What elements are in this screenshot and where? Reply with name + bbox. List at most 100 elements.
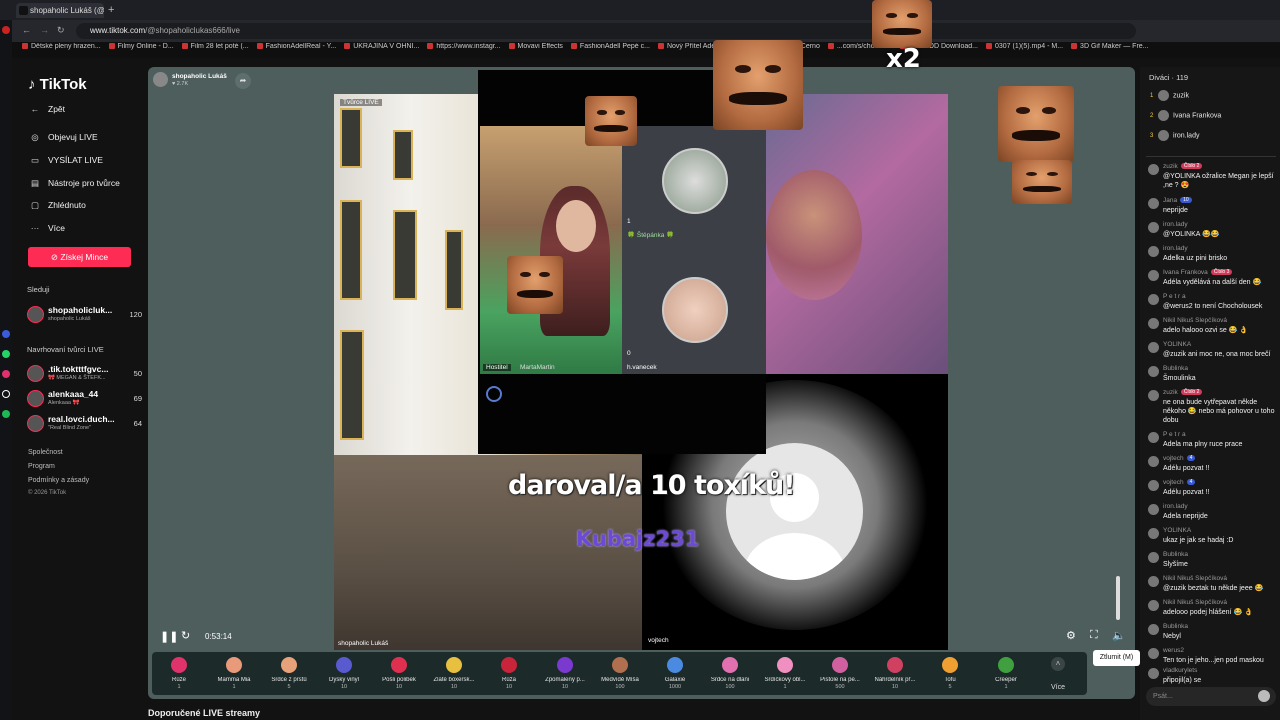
instagram-icon[interactable] xyxy=(2,370,10,378)
nav-back[interactable]: ← Zpět xyxy=(28,104,65,114)
gift-item[interactable]: Náhrdelník př... 10 xyxy=(867,655,923,695)
gift-item[interactable]: Medvídě Míša 100 xyxy=(592,655,648,695)
chat-username[interactable]: YOLINKA xyxy=(1163,527,1191,534)
share-button[interactable]: ➦ xyxy=(235,73,251,89)
avatar[interactable] xyxy=(1148,270,1159,281)
url-field[interactable]: www.tiktok.com/@shopaholiclukas666/live xyxy=(76,23,1136,39)
avatar[interactable] xyxy=(1148,456,1159,467)
emoji-icon[interactable] xyxy=(1258,690,1270,702)
chat-input[interactable]: Psát... xyxy=(1146,687,1276,706)
chat-username[interactable]: vladkurylets xyxy=(1163,667,1197,674)
bookmark-item[interactable]: FashionAdellReal - Y... xyxy=(257,43,337,50)
avatar[interactable] xyxy=(1148,576,1159,587)
footer-company[interactable]: Společnost xyxy=(28,449,63,456)
bookmark-item[interactable]: https://www.instagr... xyxy=(427,43,500,50)
avatar[interactable] xyxy=(1148,246,1159,257)
guest1-avatar[interactable] xyxy=(662,148,728,214)
bookmark-item[interactable]: 3D Gif Maker — Fre... xyxy=(1071,43,1148,50)
avatar[interactable] xyxy=(1148,552,1159,563)
fullscreen-button[interactable]: ⛶ xyxy=(1090,629,1098,642)
volume-slider[interactable] xyxy=(1116,576,1120,620)
nav-creator-tools[interactable]: ▤ Nástroje pro tvůrce xyxy=(28,178,120,189)
browser-tab[interactable]: shopaholic Lukáš (@shop xyxy=(16,3,104,18)
gift-item[interactable]: Creeper 1 xyxy=(978,655,1034,695)
chat-username[interactable]: Bublinka xyxy=(1163,623,1188,630)
gift-item[interactable]: Zlaté boxersk... 10 xyxy=(426,655,482,695)
chat-username[interactable]: Bublinka xyxy=(1163,551,1188,558)
gift-item[interactable]: Dýský vinyl 10 xyxy=(316,655,372,695)
chat-username[interactable]: zuzik Číslo 2 xyxy=(1163,389,1203,396)
top-viewer[interactable]: 2 Ivana Frankova xyxy=(1150,110,1221,124)
guest2-avatar[interactable] xyxy=(662,277,728,343)
bookmark-item[interactable]: Film 28 let poté (... xyxy=(182,43,249,50)
bookmark-item[interactable]: 0307 (1)(5).mp4 - M... xyxy=(986,43,1063,50)
chat-username[interactable]: P e t r a xyxy=(1163,293,1186,300)
more-gifts-button[interactable]: ˄ Více xyxy=(1043,655,1073,691)
chat-username[interactable]: Nikil Nikuš Slepčíková xyxy=(1163,575,1227,582)
chat-username[interactable]: Jana 10 xyxy=(1163,197,1192,204)
gift-item[interactable]: Pošli polibek 10 xyxy=(371,655,427,695)
chat-username[interactable]: YOLINKA xyxy=(1163,341,1191,348)
suggested-creator[interactable]: real.lovci.duch... "Real Blind Zone" 64 xyxy=(27,414,142,436)
chat-username[interactable]: vojtech 4 xyxy=(1163,455,1196,462)
get-coins-button[interactable]: ⊘ Získej Mince xyxy=(28,247,131,267)
suggested-creator[interactable]: .tik.toktttfgvc... 🎀 MEGAN & ŠTEFK... 50 xyxy=(27,364,142,386)
footer-terms[interactable]: Podmínky a zásady xyxy=(28,477,89,484)
gift-item[interactable]: Mamma Mia 1 xyxy=(206,655,262,695)
chat-username[interactable]: Nikil Nikuš Slepčíková xyxy=(1163,599,1227,606)
gift-item[interactable]: Srdce z prstů 5 xyxy=(261,655,317,695)
nav-go-live[interactable]: ▭ VYSÍLAT LIVE xyxy=(28,155,103,166)
bookmark-item[interactable]: UKRAJINA V OHNI... xyxy=(344,43,419,50)
avatar[interactable] xyxy=(1148,432,1159,443)
nav-watched[interactable]: ▢ Zhlédnuto xyxy=(28,200,86,211)
nav-more[interactable]: ··· Více xyxy=(28,223,65,233)
bookmark-item[interactable]: Dětské pleny hrazen... xyxy=(22,43,101,50)
bookmark-item[interactable]: FashionAdell Pepé c... xyxy=(571,43,650,50)
avatar[interactable] xyxy=(1148,366,1159,377)
bookmark-item[interactable]: Movavi Effects xyxy=(509,43,563,50)
mute-button[interactable]: 🔈 xyxy=(1112,629,1126,642)
pause-button[interactable]: ❚❚ xyxy=(160,630,178,643)
chat-username[interactable]: werus2 xyxy=(1163,647,1184,654)
gift-item[interactable]: Růže 1 xyxy=(151,655,207,695)
chat-username[interactable]: iron.lady xyxy=(1163,503,1188,510)
chat-username[interactable]: iron.lady xyxy=(1163,221,1188,228)
footer-program[interactable]: Program xyxy=(28,463,55,470)
gift-item[interactable]: Srdce na dlani 100 xyxy=(702,655,758,695)
chat-username[interactable]: zuzik Číslo 2 xyxy=(1163,163,1203,170)
opera-icon[interactable] xyxy=(2,26,10,34)
gift-item[interactable]: Pistole na pe... 500 xyxy=(812,655,868,695)
avatar[interactable] xyxy=(1148,480,1159,491)
chat-username[interactable]: Bublinka xyxy=(1163,365,1188,372)
avatar[interactable] xyxy=(1148,342,1159,353)
tiktok-logo[interactable]: ♪ TikTok xyxy=(28,76,87,93)
avatar[interactable] xyxy=(1148,528,1159,539)
chat-username[interactable]: iron.lady xyxy=(1163,245,1188,252)
avatar[interactable] xyxy=(1148,198,1159,209)
avatar[interactable] xyxy=(1148,294,1159,305)
avatar[interactable] xyxy=(1148,600,1159,611)
settings-button[interactable]: ⚙ xyxy=(1066,629,1076,642)
avatar[interactable] xyxy=(1148,504,1159,515)
reload-icon[interactable]: ↻ xyxy=(57,25,65,36)
avatar[interactable] xyxy=(1148,648,1159,659)
chat-username[interactable]: Ivana Frankova Číslo 3 xyxy=(1163,269,1233,276)
suggested-creator[interactable]: alenkaaa_44 Alenkaaa 🎀 69 xyxy=(27,389,142,411)
back-icon[interactable]: ← xyxy=(22,25,31,35)
following-creator[interactable]: shopaholicluk... shopaholic Lukáš 120 xyxy=(27,305,142,327)
avatar[interactable] xyxy=(1148,624,1159,635)
avatar[interactable] xyxy=(1148,390,1159,401)
spotify-icon[interactable] xyxy=(2,410,10,418)
avatar[interactable] xyxy=(1148,318,1159,329)
tiktok-side-icon[interactable] xyxy=(2,390,10,398)
refresh-button[interactable]: ↻ xyxy=(181,629,190,642)
forward-icon[interactable]: → xyxy=(40,25,49,35)
top-viewer[interactable]: 1 zuzik xyxy=(1150,90,1189,104)
avatar[interactable] xyxy=(1148,668,1159,679)
gift-item[interactable]: Galaxie 1000 xyxy=(647,655,703,695)
avatar[interactable] xyxy=(1148,222,1159,233)
chat-username[interactable]: Nikil Nikuš Slepčíková xyxy=(1163,317,1227,324)
gift-item[interactable]: Srdíčkový obl... 1 xyxy=(757,655,813,695)
nav-explore-live[interactable]: ◎ Objevuj LIVE xyxy=(28,132,97,143)
top-viewer[interactable]: 3 iron.lady xyxy=(1150,130,1199,144)
